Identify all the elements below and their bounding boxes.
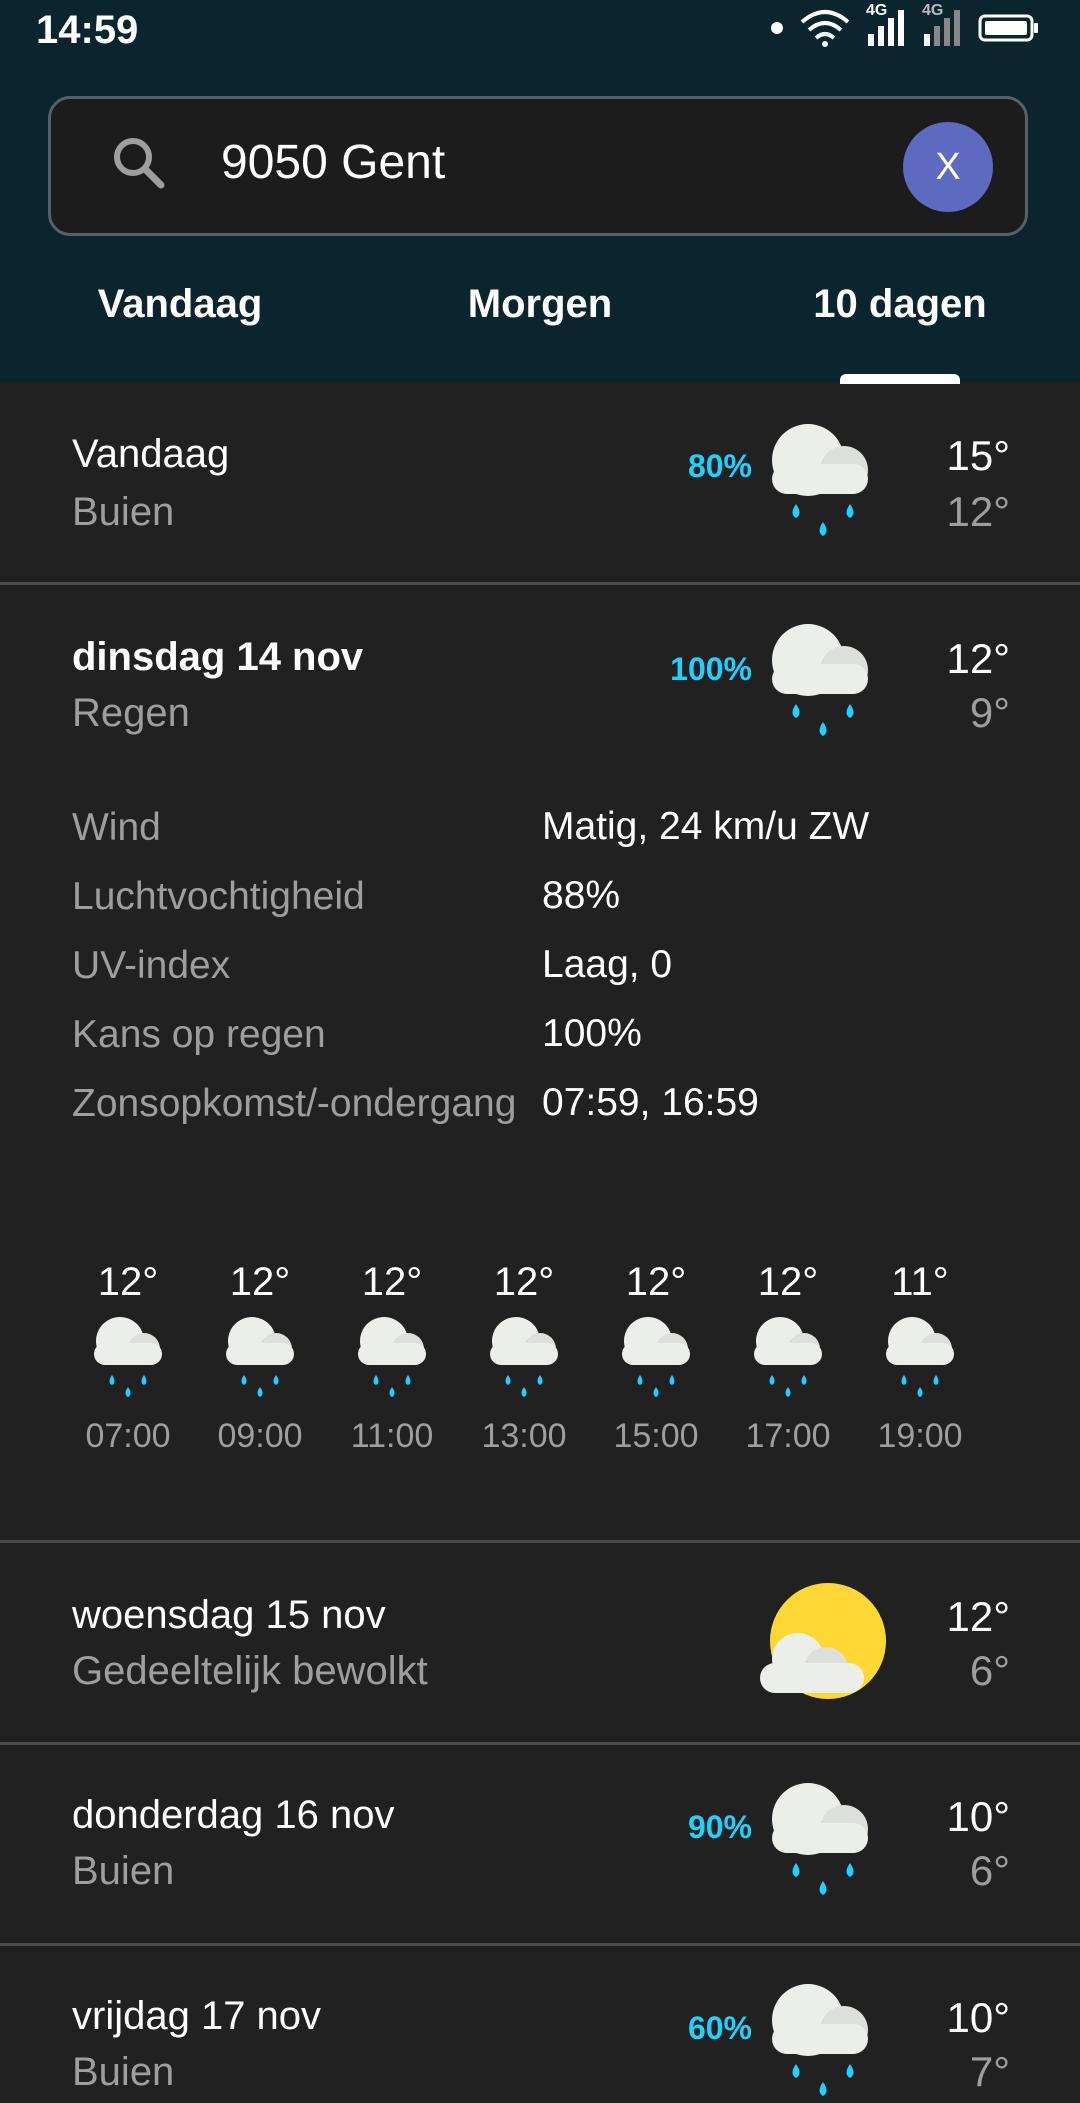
day-name: Vandaag (72, 432, 230, 476)
temp-low: 6° (969, 1847, 1010, 1894)
temp-high: 10° (946, 1793, 1010, 1840)
rain-cloud-icon (458, 1305, 590, 1417)
rain-cloud-icon (722, 1305, 854, 1417)
hour-time: 07:00 (85, 1417, 171, 1455)
rain-chance: 90% (687, 1809, 752, 1845)
rain-cloud-icon (194, 1305, 326, 1417)
detail-value-humidity: 88% (542, 874, 621, 917)
rain-cloud-icon (590, 1305, 722, 1417)
hour-temp: 12° (97, 1260, 159, 1304)
hour-time: 15:00 (613, 1417, 699, 1455)
detail-value-uv: Laag, 0 (542, 943, 673, 986)
rain-cloud-icon (766, 1777, 886, 1912)
detail-label-sun: Zonsopkomst/-ondergang (72, 1082, 517, 1125)
day-row[interactable]: vrijdag 17 nov Buien 60% 10° 7° (0, 1946, 1080, 2103)
day-condition: Buien (72, 1849, 175, 1893)
wifi-icon (798, 8, 852, 53)
temp-high: 12° (946, 1593, 1010, 1640)
signal-2-icon: 4G (922, 2, 964, 53)
hour-item: 12° 07:00 (62, 1260, 194, 1456)
hour-temp: 12° (361, 1260, 423, 1304)
sun-cloud-icon (756, 1581, 888, 1710)
tab-vandaag[interactable]: Vandaag (80, 282, 280, 327)
temp-high: 12° (946, 635, 1010, 682)
day-row[interactable]: woensdag 15 nov Gedeeltelijk bewolkt 12°… (0, 1543, 1080, 1743)
detail-label-uv: UV-index (72, 944, 231, 987)
search-icon (109, 133, 169, 198)
temp-high: 10° (946, 1994, 1010, 2041)
rain-cloud-icon (766, 418, 886, 553)
notification-dot-icon (770, 21, 784, 40)
day-name: donderdag 16 nov (72, 1793, 395, 1837)
hour-time: 11:00 (350, 1417, 434, 1455)
temp-low: 12° (946, 488, 1010, 535)
hour-temp: 12° (229, 1260, 291, 1304)
day-name: dinsdag 14 nov (72, 635, 364, 679)
day-row-today[interactable]: Vandaag Buien 80% 15° 12° (0, 382, 1080, 582)
temp-low: 9° (969, 689, 1010, 736)
detail-label-humidity: Luchtvochtigheid (72, 875, 365, 918)
hourly-forecast[interactable]: 12° 07:00 12° 09:00 12° 11:00 12° 13:00 … (0, 1260, 1080, 1490)
rain-cloud-icon (62, 1305, 194, 1417)
hour-time: 09:00 (217, 1417, 303, 1455)
rain-chance: 80% (687, 448, 752, 484)
network-type-label: 4G (866, 1, 888, 19)
hour-time: 13:00 (481, 1417, 567, 1455)
status-icons: 4G 4G (770, 2, 1040, 53)
rain-cloud-icon (854, 1305, 986, 1417)
day-condition: Buien (72, 2050, 175, 2094)
detail-value-wind: Matig, 24 km/u ZW (542, 805, 870, 848)
hour-item: 12° 13:00 (458, 1260, 590, 1456)
rain-cloud-icon (766, 1978, 886, 2103)
detail-value-rain-chance: 100% (542, 1012, 642, 1055)
detail-label-wind: Wind (72, 806, 161, 849)
day-condition: Regen (72, 691, 190, 735)
rain-chance: 60% (687, 2010, 752, 2046)
hour-temp: 12° (625, 1260, 687, 1304)
temp-high: 15° (946, 432, 1010, 479)
status-time: 14:59 (36, 8, 139, 52)
header: 14:59 4G 4G 9050 Gent X Vandaag Morgen 1… (0, 0, 1080, 384)
signal-icon: 4G (866, 2, 908, 53)
temp-low: 7° (969, 2048, 1010, 2095)
hour-time: 17:00 (745, 1417, 831, 1455)
rain-cloud-icon (326, 1305, 458, 1417)
hour-item: 12° 11:00 (326, 1260, 458, 1456)
day-condition: Buien (72, 490, 175, 534)
detail-label-rain-chance: Kans op regen (72, 1013, 326, 1056)
search-field[interactable]: 9050 Gent X (48, 96, 1028, 236)
hour-item: 12° 17:00 (722, 1260, 854, 1456)
day-condition: Gedeeltelijk bewolkt (72, 1649, 428, 1693)
rain-chance: 100% (670, 651, 752, 687)
detail-value-sun: 07:59, 16:59 (542, 1081, 759, 1124)
hour-item: 12° 09:00 (194, 1260, 326, 1456)
rain-cloud-icon (766, 618, 886, 753)
hour-time: 19:00 (877, 1417, 963, 1455)
day-row-expanded[interactable]: dinsdag 14 nov Regen 100% 12° 9° Wind Ma… (0, 585, 1080, 1540)
clear-search-button[interactable]: X (903, 122, 993, 212)
day-name: vrijdag 17 nov (72, 1994, 322, 2038)
hour-item: 11° 19:00 (854, 1260, 986, 1456)
network-type-label: 4G (922, 1, 944, 19)
search-input[interactable]: 9050 Gent (221, 135, 445, 190)
day-name: woensdag 15 nov (72, 1593, 386, 1637)
tab-morgen[interactable]: Morgen (440, 282, 640, 327)
hour-temp: 11° (891, 1260, 949, 1304)
battery-icon (978, 12, 1040, 49)
tab-10-dagen[interactable]: 10 dagen (790, 282, 1010, 327)
hour-temp: 12° (493, 1260, 555, 1304)
day-row[interactable]: donderdag 16 nov Buien 90% 10° 6° (0, 1745, 1080, 1945)
hour-item: 12° 15:00 (590, 1260, 722, 1456)
temp-low: 6° (969, 1647, 1010, 1694)
hour-temp: 12° (757, 1260, 819, 1304)
